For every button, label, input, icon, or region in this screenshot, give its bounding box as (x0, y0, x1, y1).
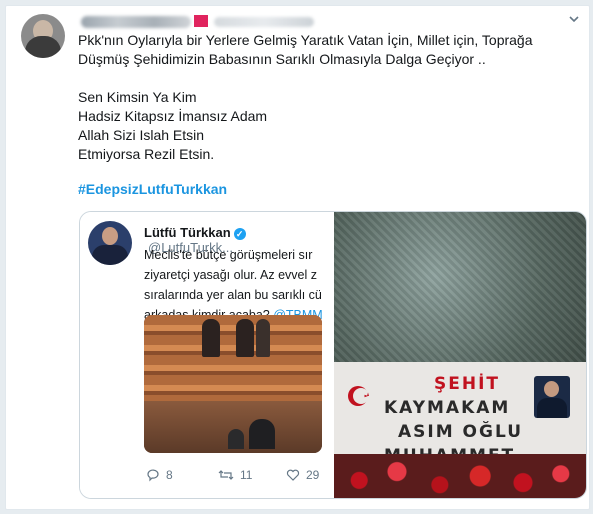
poem-line: Allah Sizi Islah Etsin (78, 127, 205, 143)
quoted-tweet-screenshot[interactable]: Lütfü Türkkan ✓@LutfuTurkk... Meclis'te b… (80, 212, 332, 498)
tweet-text-line: Pkk'nın Oylarıyla bir Yerlere Gelmiş Yar… (78, 32, 533, 48)
heart-icon (286, 469, 300, 481)
author-handle-redacted (214, 17, 314, 27)
poem-line: Sen Kimsin Ya Kim (78, 89, 197, 105)
quoted-name: Lütfü Türkkan (144, 225, 231, 240)
quoted-avatar (88, 221, 132, 265)
tweet-card[interactable]: Pkk'nın Oylarıyla bir Yerlere Gelmiş Yar… (5, 5, 590, 510)
tweet-text-line: Düşmüş Şehidimizin Babasının Sarıklı Olm… (78, 51, 486, 67)
media-grid[interactable]: Lütfü Türkkan ✓@LutfuTurkk... Meclis'te b… (79, 211, 587, 499)
martyr-portrait (534, 376, 570, 418)
reply-icon (147, 469, 159, 482)
avatar-body (25, 36, 61, 58)
grave-photo[interactable]: ŞEHİT KAYMAKAM ASIM OĞLU MUHAMMET FATİH (334, 212, 586, 498)
reply-count: 8 (166, 468, 173, 482)
crescent-star-icon (348, 386, 369, 406)
quoted-actions: 8 11 29 (146, 468, 326, 488)
poem-line: Etmiyorsa Rezil Etsin. (78, 146, 215, 162)
portrait-body (537, 398, 567, 418)
retweet-action: 11 (218, 468, 252, 482)
parliament-seats (144, 315, 322, 401)
quoted-text-line: sıralarında yer alan bu sarıklı cü (144, 288, 322, 302)
quoted-text: Meclis'te bütçe görüşmeleri sır ziyaretç… (144, 245, 339, 325)
plaque-line: ASIM OĞLU (398, 422, 523, 442)
seated-person (228, 429, 244, 449)
quoted-avatar-face (102, 227, 118, 245)
quoted-text-line: ziyaretçi yasağı olur. Az evvel z (144, 268, 317, 282)
like-count: 29 (306, 468, 320, 482)
tweet-body: Pkk'nın Oylarıyla bir Yerlere Gelmiş Yar… (78, 31, 578, 199)
seated-person (249, 419, 275, 449)
verified-icon: ✓ (233, 227, 246, 240)
reply-action: 8 (146, 468, 173, 482)
author-name-redacted[interactable] (81, 16, 191, 28)
retweet-icon (218, 470, 234, 480)
poem-line: Hadsiz Kitapsız İmansız Adam (78, 108, 268, 124)
evergreen-tree (334, 212, 586, 372)
author-avatar[interactable] (21, 14, 65, 58)
flag-icon (194, 15, 208, 27)
red-flowers (334, 454, 586, 498)
hashtag-link[interactable]: #EdepsizLutfuTurkkan (78, 180, 578, 199)
portrait-face (544, 381, 559, 397)
quoted-text-line: Meclis'te bütçe görüşmeleri sır (144, 248, 313, 262)
chevron-down-icon[interactable] (567, 12, 581, 26)
like-action: 29 (286, 468, 319, 482)
quoted-avatar-body (92, 245, 128, 265)
parliament-photo (144, 315, 322, 453)
standing-figure (202, 319, 220, 357)
retweet-count: 11 (240, 468, 253, 482)
standing-figure (256, 319, 270, 357)
martyr-plaque: ŞEHİT KAYMAKAM ASIM OĞLU MUHAMMET FATİH (334, 362, 586, 498)
standing-figure (236, 319, 254, 357)
